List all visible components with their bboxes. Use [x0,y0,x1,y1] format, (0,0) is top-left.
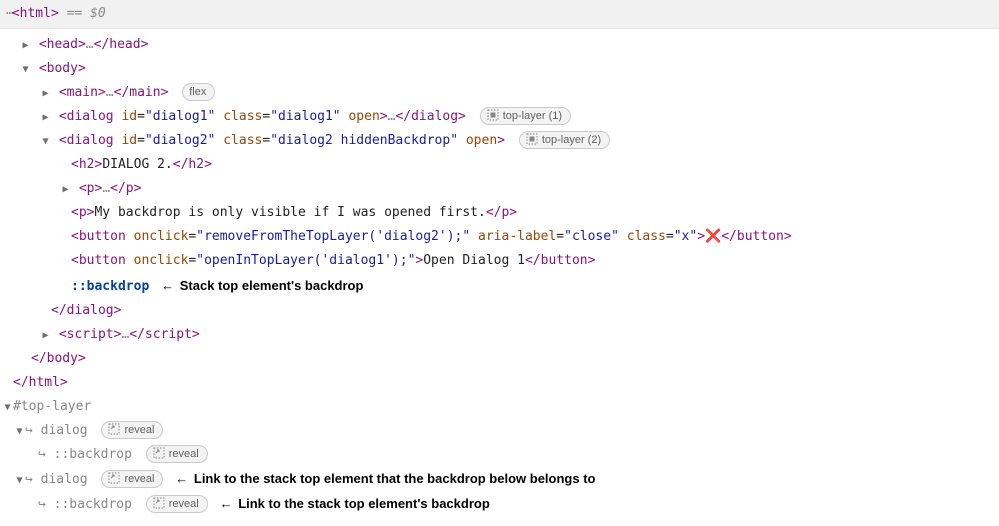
layers-icon [487,109,499,121]
collapse-arrow-icon[interactable]: ▼ [14,472,25,491]
top-layer-backdrop-1[interactable]: ↪ ::backdrop reveal [0,443,999,467]
node-button-open-dialog1[interactable]: <button onclick="openInTopLayer('dialog1… [0,249,999,273]
selected-element-bar: ⋯<html> == $0 [0,0,999,29]
expand-arrow-icon[interactable]: ▶ [60,181,71,200]
node-p-collapsed[interactable]: ▶ <p>…</p> [0,177,999,201]
hook-arrow-icon: ↪ [38,447,46,462]
expand-arrow-icon[interactable]: ▶ [20,37,31,56]
arrow-left-icon: ← [175,471,188,486]
hook-arrow-icon: ↪ [25,472,33,487]
node-p-text[interactable]: <p>My backdrop is only visible if I was … [0,201,999,225]
equals: == [59,6,90,21]
reveal-badge[interactable]: reveal [146,445,208,463]
top-layer-badge[interactable]: top-layer (2) [519,131,610,149]
collapse-arrow-icon[interactable]: ▼ [20,61,31,80]
node-backdrop-pseudo[interactable]: ::backdrop ← Stack top element's backdro… [0,274,999,299]
node-h2[interactable]: <h2>DIALOG 2.</h2> [0,153,999,177]
hook-arrow-icon: ↪ [25,423,33,438]
arrow-left-icon: ← [220,496,233,511]
top-layer-backdrop-2[interactable]: ↪ ::backdrop reveal ← Link to the stack … [0,492,999,517]
reveal-icon [108,472,120,484]
node-dialog2-open[interactable]: ▼ <dialog id="dialog2" class="dialog2 hi… [0,129,999,153]
collapse-arrow-icon[interactable]: ▼ [14,423,25,442]
collapse-arrow-icon[interactable]: ▼ [40,133,51,152]
top-layer-badge[interactable]: top-layer (1) [480,107,571,125]
cross-mark-icon: ❌ [705,229,721,244]
node-head[interactable]: ▶ <head>…</head> [0,33,999,57]
reveal-badge[interactable]: reveal [146,495,208,513]
node-script[interactable]: ▶ <script>…</script> [0,323,999,347]
node-body-close[interactable]: </body> [0,347,999,371]
node-button-close[interactable]: <button onclick="removeFromTheTopLayer('… [0,225,999,249]
expand-arrow-icon[interactable]: ▶ [40,85,51,104]
dom-tree: ▶ <head>…</head> ▼ <body> ▶ <main>…</mai… [0,29,999,525]
reveal-badge[interactable]: reveal [101,421,163,439]
reveal-icon [153,497,165,509]
expand-arrow-icon[interactable]: ▶ [40,327,51,346]
annotation: ← Link to the stack top element that the… [171,471,595,486]
annotation: ← Stack top element's backdrop [157,278,363,293]
reveal-badge[interactable]: reveal [101,470,163,488]
collapse-arrow-icon[interactable]: ▼ [2,399,13,418]
node-body-open[interactable]: ▼ <body> [0,57,999,81]
reveal-icon [108,423,120,435]
node-dialog2-close[interactable]: </dialog> [0,299,999,323]
node-dialog1[interactable]: ▶ <dialog id="dialog1" class="dialog1" o… [0,105,999,129]
console-ref: $0 [90,6,106,21]
top-layer-header[interactable]: ▼#top-layer [0,395,999,419]
node-main[interactable]: ▶ <main>…</main> flex [0,81,999,105]
flex-badge[interactable]: flex [182,83,215,101]
hook-arrow-icon: ↪ [38,497,46,512]
top-layer-dialog-2[interactable]: ▼↪ dialog reveal ← Link to the stack top… [0,467,999,492]
layers-icon [526,133,538,145]
reveal-icon [153,447,165,459]
html-tag: <html> [12,6,59,21]
arrow-left-icon: ← [161,278,174,293]
node-html-close[interactable]: </html> [0,371,999,395]
annotation: ← Link to the stack top element's backdr… [216,496,490,511]
top-layer-dialog-1[interactable]: ▼↪ dialog reveal [0,419,999,443]
expand-arrow-icon[interactable]: ▶ [40,109,51,128]
